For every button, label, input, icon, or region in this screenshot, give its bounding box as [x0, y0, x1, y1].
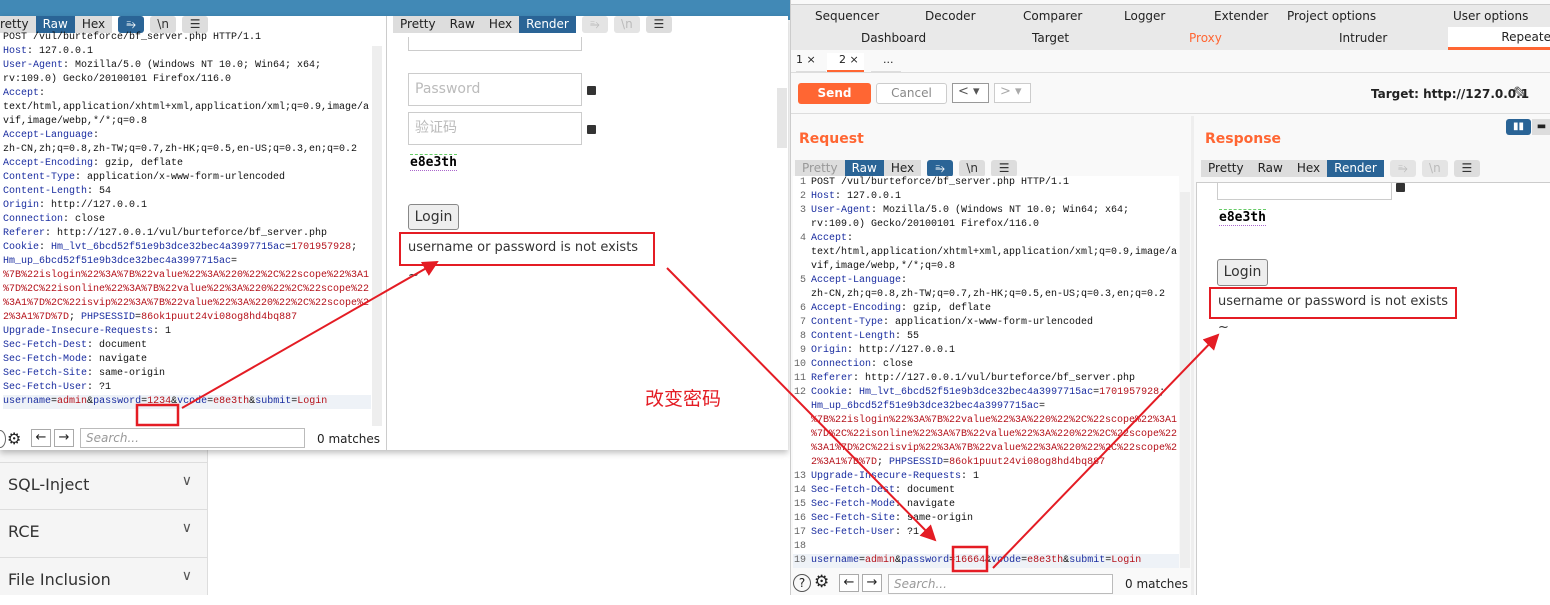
annotation-overlay [135, 261, 1220, 573]
arrow [666, 267, 937, 542]
arrow [181, 261, 439, 409]
arrow [992, 333, 1220, 569]
highlight-box [135, 403, 180, 427]
highlight-box [951, 545, 989, 573]
